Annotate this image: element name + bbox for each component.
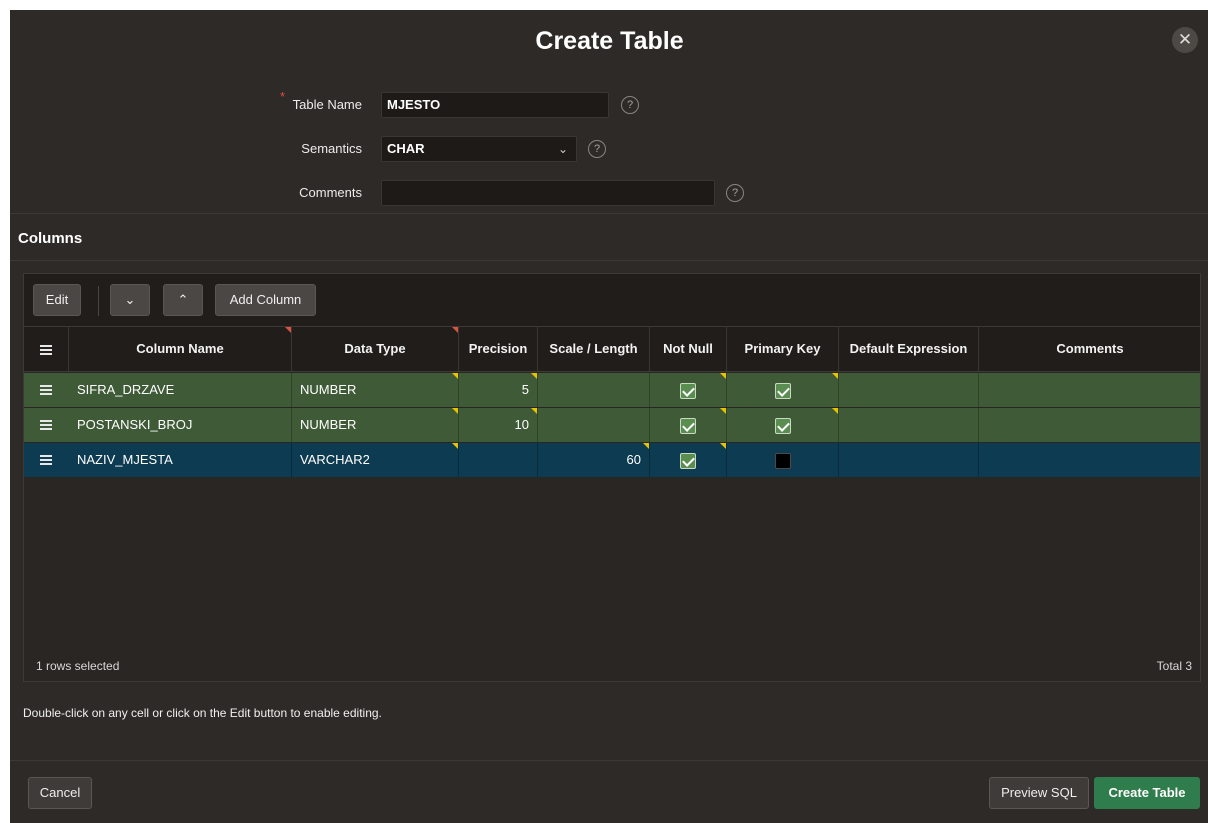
- cell-primary-key[interactable]: [727, 373, 839, 407]
- cancel-button[interactable]: Cancel: [28, 777, 92, 809]
- row-menu-handle[interactable]: [24, 408, 68, 442]
- chevron-down-icon: ⌄: [124, 292, 136, 307]
- cell-not-null[interactable]: [650, 443, 727, 477]
- help-icon[interactable]: ?: [726, 184, 744, 202]
- header-data-type[interactable]: Data Type: [292, 327, 459, 371]
- semantics-label: Semantics: [301, 141, 362, 156]
- cell-default-expression[interactable]: [839, 373, 979, 407]
- grid-footer: 1 rows selected Total 3: [24, 651, 1200, 681]
- cell-column-name[interactable]: POSTANSKI_BROJ: [69, 408, 292, 442]
- editing-hint: Double-click on any cell or click on the…: [23, 706, 382, 720]
- menu-icon: [40, 344, 52, 355]
- chevron-up-icon: ⌃: [177, 292, 189, 307]
- comments-row: Comments ?: [10, 180, 810, 206]
- grid-header: Column Name Data Type Precision Scale / …: [24, 326, 1200, 372]
- edit-button[interactable]: Edit: [33, 284, 81, 316]
- header-scale-length[interactable]: Scale / Length: [538, 327, 650, 371]
- section-divider: [10, 213, 1208, 214]
- primary-key-checkbox[interactable]: [774, 382, 791, 399]
- cell-not-null[interactable]: [650, 408, 727, 442]
- cell-column-name[interactable]: SIFRA_DRZAVE: [69, 373, 292, 407]
- cell-data-type[interactable]: NUMBER: [292, 373, 459, 407]
- grid-toolbar: Edit ⌄ ⌃ Add Column: [24, 274, 1200, 326]
- toolbar-separator: [98, 286, 99, 316]
- close-icon[interactable]: ✕: [1172, 27, 1198, 53]
- menu-icon: [40, 455, 52, 466]
- semantics-row: Semantics CHAR ⌄ ?: [10, 136, 710, 162]
- move-down-button[interactable]: ⌄: [110, 284, 150, 316]
- help-icon[interactable]: ?: [588, 140, 606, 158]
- semantics-value: CHAR: [387, 141, 425, 156]
- not-null-checkbox[interactable]: [680, 417, 696, 434]
- cell-comments[interactable]: [979, 373, 1201, 407]
- cell-precision[interactable]: 5: [459, 373, 538, 407]
- primary-key-checkbox[interactable]: [774, 452, 791, 469]
- table-name-input[interactable]: MJESTO: [381, 92, 609, 118]
- select-all-handle[interactable]: [24, 327, 69, 371]
- menu-icon: [40, 385, 52, 396]
- cell-primary-key[interactable]: [727, 408, 839, 442]
- help-icon[interactable]: ?: [621, 96, 639, 114]
- selection-count: 1 rows selected: [36, 659, 120, 673]
- header-not-null[interactable]: Not Null: [650, 327, 727, 371]
- row-menu-handle[interactable]: [24, 373, 68, 407]
- comments-label: Comments: [299, 185, 362, 200]
- primary-key-checkbox[interactable]: [774, 417, 791, 434]
- cell-default-expression[interactable]: [839, 408, 979, 442]
- columns-grid: Edit ⌄ ⌃ Add Column Column Name Data Typ…: [23, 273, 1201, 682]
- chevron-down-icon: ⌄: [557, 142, 568, 156]
- dialog-title: Create Table: [535, 27, 684, 55]
- add-column-button[interactable]: Add Column: [215, 284, 316, 316]
- header-column-name[interactable]: Column Name: [69, 327, 292, 371]
- preview-sql-button[interactable]: Preview SQL: [989, 777, 1089, 809]
- cell-precision[interactable]: [459, 443, 538, 477]
- create-table-dialog: Create Table ✕ * Table Name MJESTO ? Sem…: [10, 10, 1208, 823]
- not-null-checkbox[interactable]: [680, 382, 696, 399]
- table-row[interactable]: POSTANSKI_BROJ NUMBER 10: [24, 408, 1200, 443]
- cell-default-expression[interactable]: [839, 443, 979, 477]
- section-divider: [10, 260, 1208, 261]
- cell-data-type[interactable]: NUMBER: [292, 408, 459, 442]
- cell-not-null[interactable]: [650, 373, 727, 407]
- cell-scale-length[interactable]: [538, 408, 650, 442]
- cell-comments[interactable]: [979, 443, 1201, 477]
- cell-scale-length[interactable]: 60: [538, 443, 650, 477]
- not-null-checkbox[interactable]: [680, 452, 696, 469]
- header-primary-key[interactable]: Primary Key: [727, 327, 839, 371]
- table-name-label: Table Name: [292, 97, 362, 112]
- cell-comments[interactable]: [979, 408, 1201, 442]
- cell-data-type[interactable]: VARCHAR2: [292, 443, 459, 477]
- comments-input[interactable]: [381, 180, 715, 206]
- semantics-select[interactable]: CHAR ⌄: [381, 136, 577, 162]
- columns-section-title: Columns: [18, 230, 83, 247]
- cell-primary-key[interactable]: [727, 443, 839, 477]
- table-row[interactable]: NAZIV_MJESTA VARCHAR2 60: [24, 443, 1200, 478]
- header-default-expression[interactable]: Default Expression: [839, 327, 979, 371]
- header-comments[interactable]: Comments: [979, 327, 1201, 371]
- table-name-row: * Table Name MJESTO ?: [10, 89, 710, 118]
- footer-divider: [10, 760, 1208, 761]
- menu-icon: [40, 420, 52, 431]
- total-count: Total 3: [1156, 659, 1192, 673]
- move-up-button[interactable]: ⌃: [163, 284, 203, 316]
- cell-precision[interactable]: 10: [459, 408, 538, 442]
- cell-column-name[interactable]: NAZIV_MJESTA: [69, 443, 292, 477]
- header-precision[interactable]: Precision: [459, 327, 538, 371]
- row-menu-handle[interactable]: [24, 443, 68, 477]
- cell-scale-length[interactable]: [538, 373, 650, 407]
- create-table-button[interactable]: Create Table: [1094, 777, 1200, 809]
- table-row[interactable]: SIFRA_DRZAVE NUMBER 5: [24, 373, 1200, 408]
